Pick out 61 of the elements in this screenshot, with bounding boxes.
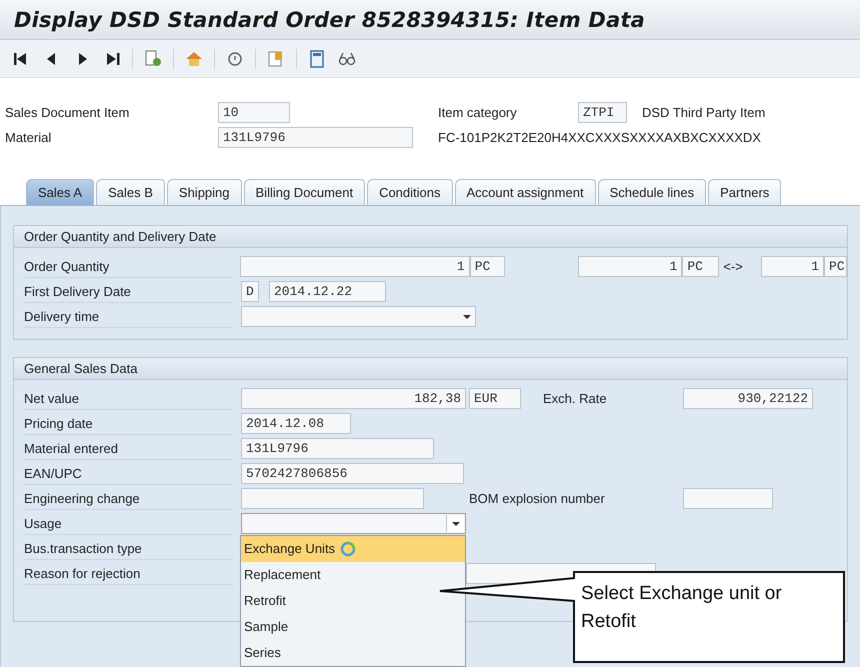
field-label: EAN/UPC — [24, 462, 233, 484]
field-text: <-> — [723, 258, 744, 276]
document-icon[interactable] — [143, 48, 163, 68]
input-field[interactable]: 5702427806856 — [241, 463, 464, 484]
field-label: Item category — [438, 104, 518, 122]
spinner-icon — [340, 541, 356, 557]
tab[interactable]: Sales A — [26, 179, 94, 205]
field-label: Order Quantity — [24, 256, 232, 278]
dropdown-field[interactable] — [241, 513, 466, 534]
unit-field[interactable]: PC — [824, 256, 848, 277]
dropdown-option[interactable]: Sample — [241, 614, 465, 640]
dropdown-option[interactable]: Series — [241, 640, 465, 666]
tab[interactable]: Sales B — [96, 179, 165, 205]
field-label: Engineering change — [24, 488, 233, 510]
caret-icon — [452, 522, 460, 526]
input-field[interactable]: 131L9796 — [218, 127, 413, 148]
input-field[interactable]: 131L9796 — [241, 438, 434, 459]
unit-field[interactable]: EUR — [469, 388, 521, 409]
field-text: FC-101P2K2T2E20H4XXCXXXSXXXXAXBXCXXXXDX — [438, 128, 762, 146]
input-field[interactable]: 182,38 — [241, 388, 466, 409]
input-field[interactable] — [683, 488, 773, 509]
dropdown-option[interactable]: Exchange Units — [241, 536, 465, 562]
unit-field[interactable]: PC — [682, 256, 720, 277]
tab[interactable]: Shipping — [166, 179, 242, 205]
tab[interactable]: Billing Document — [244, 179, 366, 205]
unit-field[interactable]: D — [241, 281, 259, 302]
dropdown-field[interactable] — [241, 306, 476, 327]
group-title: Order Quantity and Delivery Date — [14, 226, 847, 248]
dropdown-option[interactable]: Retrofit — [241, 588, 465, 614]
input-field[interactable]: 2014.12.08 — [241, 413, 351, 434]
field-label: Bus.transaction type — [24, 538, 233, 560]
field-label: First Delivery Date — [24, 280, 233, 302]
field-label: Material — [5, 128, 52, 146]
field-label: Reason for rejection — [24, 562, 233, 584]
input-field[interactable]: 930,22122 — [683, 388, 813, 409]
tab[interactable]: Conditions — [367, 179, 452, 205]
field-label: Sales Document Item — [5, 104, 130, 122]
input-field[interactable]: 10 — [218, 102, 290, 123]
field-label: Usage — [24, 512, 233, 534]
input-field[interactable]: 2014.12.22 — [269, 281, 386, 302]
caret-icon — [463, 314, 471, 318]
input-field[interactable]: 1 — [240, 256, 470, 277]
window-title: Display DSD Standard Order 8528394315: Item Data — [14, 8, 646, 32]
field-label: Net value — [24, 388, 233, 410]
callout-text: Select Exchange unit or Retofit — [581, 583, 782, 632]
group-title: General Sales Data — [14, 358, 847, 380]
input-field[interactable]: 1 — [578, 256, 682, 277]
field-text: Exch. Rate — [543, 390, 608, 408]
tab[interactable]: Schedule lines — [598, 179, 706, 205]
input-field[interactable]: 1 — [761, 256, 824, 277]
tab[interactable]: Account assignment — [454, 179, 596, 205]
tab[interactable]: Partners — [708, 179, 782, 205]
dropdown-option[interactable]: Replacement — [241, 562, 465, 588]
field-text: DSD Third Party Item — [642, 104, 766, 122]
field-text: BOM explosion number — [469, 490, 606, 508]
field-label: Pricing date — [24, 412, 233, 434]
input-field[interactable]: ZTPI — [578, 102, 627, 123]
field-label: Delivery time — [24, 306, 233, 328]
field-label: Material entered — [24, 438, 233, 460]
input-field[interactable] — [241, 488, 424, 509]
unit-field[interactable]: PC — [470, 256, 505, 277]
